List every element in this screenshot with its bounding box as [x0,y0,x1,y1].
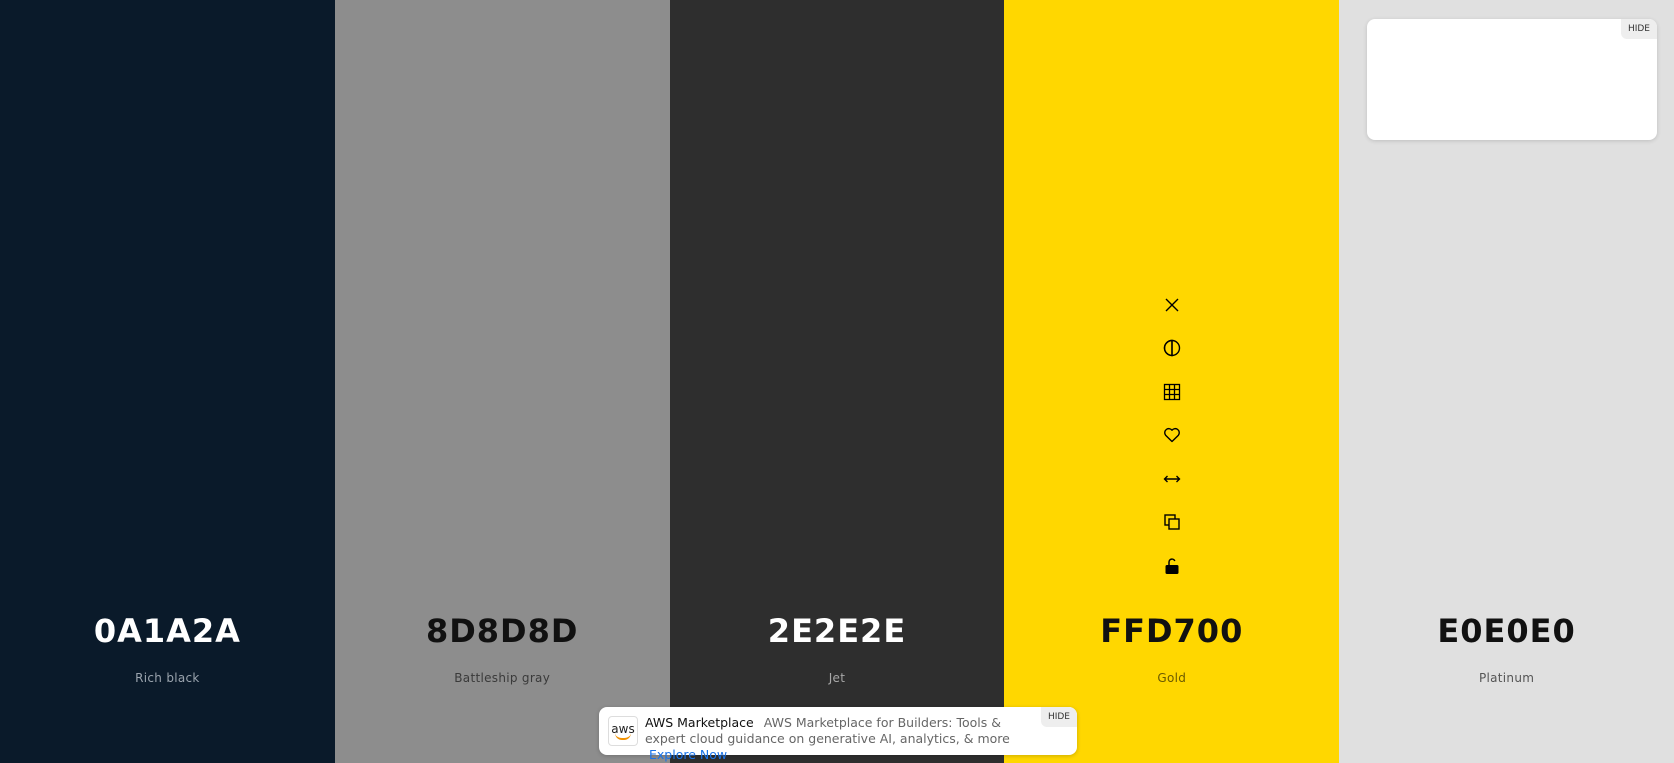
heart-icon [1163,428,1180,443]
unlock-icon [1165,558,1179,574]
swatch-toolbar [1156,283,1188,588]
hide-ad-button[interactable]: HIDE [1620,19,1657,39]
copy-icon [1164,514,1180,530]
color-swatch-1[interactable]: 8D8D8D Battleship gray [334,0,670,763]
close-icon [1165,298,1179,312]
shades-button[interactable] [1156,327,1188,371]
copy-hex-button[interactable] [1156,501,1188,545]
color-hex-label[interactable]: FFD700 [1004,612,1339,650]
color-name-label[interactable]: Platinum [1339,671,1674,685]
ad-title: AWS Marketplace [645,715,754,730]
save-color-button[interactable] [1156,414,1188,458]
color-hex-label[interactable]: 2E2E2E [670,612,1005,650]
aws-smile-icon [615,733,631,740]
ad-banner-top[interactable]: HIDE [1367,19,1657,140]
contrast-icon [1163,340,1180,357]
color-swatch-0[interactable]: 0A1A2A Rich black [0,0,335,763]
view-shades-button[interactable] [1156,370,1188,414]
lock-color-button[interactable] [1156,544,1188,588]
aws-logo: aws [608,716,638,746]
color-hex-label[interactable]: E0E0E0 [1339,612,1674,650]
color-name-label[interactable]: Jet [670,671,1005,685]
grid-icon [1163,383,1180,400]
ad-banner-bottom[interactable]: aws AWS Marketplace AWS Marketplace for … [599,707,1077,762]
color-name-label[interactable]: Rich black [0,671,335,685]
hide-ad-button[interactable]: HIDE [1040,707,1077,727]
drag-horizontal-icon [1163,475,1181,483]
remove-color-button[interactable] [1156,283,1188,327]
ad-text: AWS Marketplace AWS Marketplace for Buil… [645,715,1025,763]
color-hex-label[interactable]: 0A1A2A [0,612,335,650]
color-name-label[interactable]: Battleship gray [335,671,670,685]
explore-now-link[interactable]: Explore Now [649,747,727,762]
color-name-label[interactable]: Gold [1004,671,1339,685]
color-hex-label[interactable]: 8D8D8D [335,612,670,650]
color-swatch-2[interactable]: 2E2E2E Jet [669,0,1005,763]
drag-button[interactable] [1156,457,1188,501]
color-swatch-3[interactable]: FFD700 Gold [1004,0,1340,763]
